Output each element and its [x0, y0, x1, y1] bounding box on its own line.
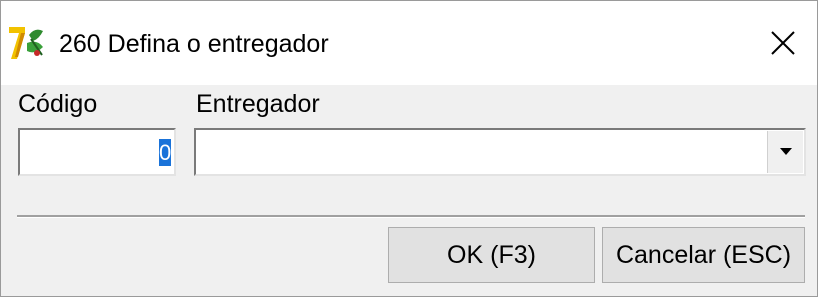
dialog-window: 260 Defina o entregador Código Entregado…: [0, 0, 818, 297]
deliverer-label: Entregador: [196, 90, 320, 118]
deliverer-select[interactable]: [194, 128, 806, 176]
dialog-body: Código Entregador 0 OK (F3) Cancelar (ES…: [1, 85, 817, 296]
cancel-button[interactable]: Cancelar (ESC): [602, 227, 805, 283]
dropdown-button[interactable]: [767, 131, 803, 173]
code-input[interactable]: 0: [18, 128, 176, 176]
ok-button[interactable]: OK (F3): [388, 227, 595, 283]
close-icon[interactable]: [763, 23, 803, 63]
text-selection-caret: 0: [159, 139, 171, 166]
app-logo-icon: [9, 25, 45, 61]
title-bar: 260 Defina o entregador: [1, 1, 817, 85]
window-title: 260 Defina o entregador: [59, 30, 329, 58]
divider: [17, 215, 805, 218]
code-label: Código: [18, 90, 98, 118]
chevron-down-icon: [779, 143, 793, 161]
